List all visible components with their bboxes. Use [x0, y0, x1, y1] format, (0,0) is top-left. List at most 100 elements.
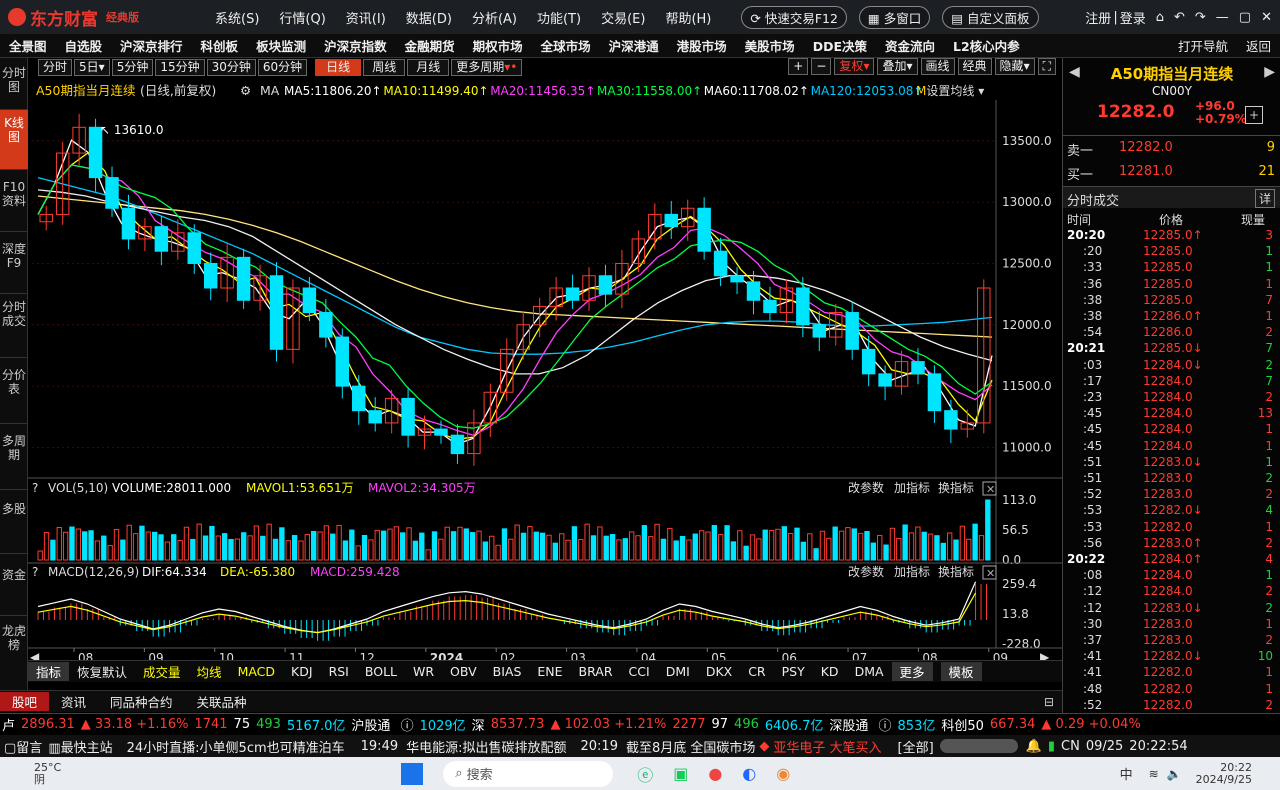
- ind-indicator[interactable]: 指标: [28, 662, 70, 681]
- quick-trade-button[interactable]: ⟳ 快速交易F12: [741, 5, 847, 29]
- period-5min[interactable]: 5分钟: [111, 58, 154, 76]
- tab-same-contract[interactable]: 同品种合约: [98, 692, 185, 711]
- nav-options[interactable]: 期权市场: [464, 36, 532, 55]
- vol-change-indicator[interactable]: 换指标: [938, 480, 974, 495]
- volume-icon[interactable]: 🔈: [1167, 767, 1182, 781]
- sidebar-item-depth[interactable]: 深度F9: [0, 232, 28, 294]
- ind-cr[interactable]: CR: [740, 664, 773, 679]
- start-icon[interactable]: [401, 762, 424, 785]
- ind-brar[interactable]: BRAR: [571, 664, 621, 679]
- ind-reset[interactable]: 恢复默认: [69, 662, 135, 681]
- ind-dma[interactable]: DMA: [847, 664, 892, 679]
- ma-settings[interactable]: M设置均线 ▾: [916, 84, 984, 98]
- app-icon-edge[interactable]: ⓔ: [637, 762, 653, 786]
- sidebar-item-f10[interactable]: F10资料: [0, 170, 28, 232]
- ind-boll[interactable]: BOLL: [357, 664, 405, 679]
- clock[interactable]: 20:22 2024/9/25: [1196, 761, 1252, 786]
- minimize-icon[interactable]: —: [1216, 10, 1229, 25]
- nav-futures[interactable]: 金融期货: [396, 36, 464, 55]
- period-daily[interactable]: 日线: [315, 58, 362, 76]
- ind-ene[interactable]: ENE: [529, 664, 570, 679]
- ind-kdj[interactable]: KDJ: [283, 664, 321, 679]
- period-more[interactable]: 更多周期▾•: [451, 58, 523, 76]
- menu-info[interactable]: 资讯(I): [346, 8, 386, 27]
- ind-rsi[interactable]: RSI: [321, 664, 357, 679]
- menu-data[interactable]: 数据(D): [406, 8, 452, 27]
- ind-macd[interactable]: MACD: [230, 664, 283, 679]
- macd-change-indicator[interactable]: 换指标: [938, 564, 974, 579]
- period-5day[interactable]: 5日▾: [74, 58, 110, 76]
- news-live[interactable]: 24小时直播:小单侧5cm也可精准泊车: [127, 737, 345, 756]
- news-item-2[interactable]: 华电能源:拟出售碳排放配额: [406, 737, 566, 756]
- ind-template[interactable]: 模板: [940, 662, 982, 681]
- nav-sector-monitor[interactable]: 板块监测: [247, 36, 315, 55]
- nav-global[interactable]: 全球市场: [532, 36, 600, 55]
- menu-quote[interactable]: 行情(Q): [279, 8, 325, 27]
- tab-guba[interactable]: 股吧: [0, 692, 50, 711]
- sidebar-item-price-table[interactable]: 分价表: [0, 358, 28, 424]
- ind-cci[interactable]: CCI: [621, 664, 658, 679]
- hgt-block[interactable]: 沪股通 ⓘ: [351, 715, 413, 734]
- sidebar-item-intraday[interactable]: 分时图: [0, 58, 28, 110]
- sidebar-item-multi-period[interactable]: 多周期: [0, 424, 28, 490]
- app-icon-wechat[interactable]: ▣: [673, 764, 688, 783]
- kline-chart[interactable]: A50期指当月连续 (日线,前复权) ⚙ MA MA5:11806.20↑ MA1…: [28, 76, 1062, 672]
- period-15min[interactable]: 15分钟: [155, 58, 205, 76]
- forward-icon[interactable]: ↷: [1195, 10, 1206, 25]
- maximize-icon[interactable]: ▢: [1239, 10, 1251, 25]
- ind-more[interactable]: 更多: [891, 662, 933, 681]
- register-link[interactable]: 注册: [1085, 8, 1111, 27]
- tab-related[interactable]: 关联品种: [185, 692, 259, 711]
- home-icon[interactable]: ⌂: [1156, 10, 1164, 25]
- macd-help-icon[interactable]: ?: [32, 565, 38, 579]
- ime-indicator[interactable]: 中: [1120, 764, 1133, 783]
- ind-kd[interactable]: KD: [813, 664, 847, 679]
- zoom-in-icon[interactable]: +: [788, 58, 809, 75]
- ind-bias[interactable]: BIAS: [485, 664, 530, 679]
- vol-edit-params[interactable]: 改参数: [848, 480, 884, 495]
- weather-widget[interactable]: 25°C 阴: [34, 761, 61, 786]
- app-icon-eastmoney[interactable]: ●: [708, 764, 722, 783]
- taskbar-search[interactable]: ⌕ 搜索: [443, 760, 614, 787]
- ind-psy[interactable]: PSY: [774, 664, 813, 679]
- zoom-out-icon[interactable]: −: [811, 58, 832, 75]
- menu-system[interactable]: 系统(S): [215, 8, 259, 27]
- news-item-3[interactable]: 截至8月底 全国碳市场: [626, 737, 755, 756]
- ind-obv[interactable]: OBV: [442, 664, 485, 679]
- tab-news[interactable]: 资讯: [49, 692, 98, 711]
- overlay-button[interactable]: 叠加▾: [877, 58, 918, 75]
- classic-button[interactable]: 经典: [957, 58, 992, 75]
- menu-trade[interactable]: 交易(E): [601, 8, 645, 27]
- bell-icon[interactable]: 🔔: [1026, 739, 1042, 754]
- nav-us[interactable]: 美股市场: [736, 36, 804, 55]
- nav-dde[interactable]: DDE决策: [804, 36, 876, 55]
- period-30min[interactable]: 30分钟: [206, 58, 256, 76]
- ind-dkx[interactable]: DKX: [698, 664, 740, 679]
- menu-function[interactable]: 功能(T): [537, 8, 581, 27]
- open-nav-button[interactable]: 打开导航: [1169, 36, 1237, 55]
- fullscreen-icon[interactable]: ⛶: [1037, 58, 1056, 75]
- period-weekly[interactable]: 周线: [363, 58, 406, 76]
- back-button[interactable]: 返回: [1237, 36, 1280, 55]
- menu-help[interactable]: 帮助(H): [665, 8, 711, 27]
- main-site-button[interactable]: ▥最快主站: [48, 737, 112, 756]
- sgt-block[interactable]: 深股通 ⓘ: [829, 715, 891, 734]
- trades-detail-button[interactable]: 详: [1254, 189, 1275, 208]
- back-icon[interactable]: ↶: [1174, 10, 1185, 25]
- sidebar-item-ticks[interactable]: 分时成交: [0, 294, 28, 358]
- nav-fund-flow[interactable]: 资金流向: [876, 36, 944, 55]
- sidebar-item-multi-stock[interactable]: 多股: [0, 490, 28, 554]
- wifi-icon[interactable]: ≋: [1149, 767, 1159, 781]
- period-intraday[interactable]: 分时: [38, 58, 73, 76]
- nav-connect[interactable]: 沪深港通: [600, 36, 668, 55]
- ind-wr[interactable]: WR: [405, 664, 442, 679]
- add-watch-icon[interactable]: +: [1245, 106, 1263, 124]
- nav-panorama[interactable]: 全景图: [0, 36, 56, 55]
- sidebar-item-kline[interactable]: K线图: [0, 110, 28, 170]
- nav-index[interactable]: 沪深京指数: [315, 36, 396, 55]
- period-60min[interactable]: 60分钟: [257, 58, 308, 76]
- hide-button[interactable]: 隐藏▾: [994, 58, 1035, 75]
- ind-volume[interactable]: 成交量: [135, 662, 189, 681]
- draw-button[interactable]: 画线: [920, 58, 955, 75]
- prev-icon[interactable]: ◀: [1069, 64, 1080, 80]
